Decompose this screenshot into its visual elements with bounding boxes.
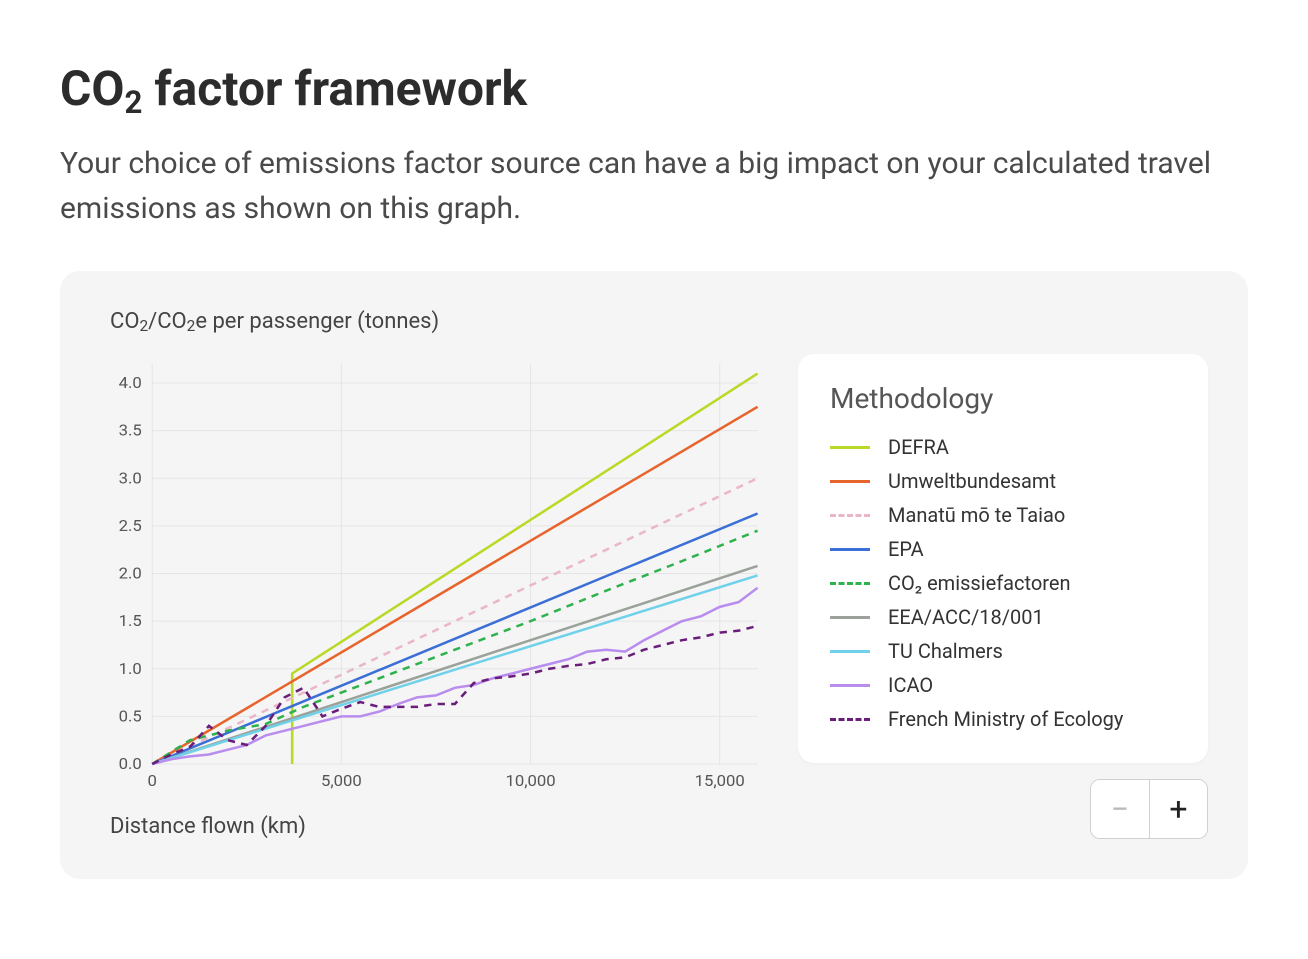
legend-label: EPA [888, 537, 924, 561]
chart-panel: CO2/CO2e per passenger (tonnes) 0.0 0.5 1.… [60, 271, 1248, 879]
page-subtitle: Your choice of emissions factor source c… [60, 141, 1248, 231]
legend-label: Manatū mō te Taiao [888, 503, 1065, 527]
legend-label: ICAO [888, 673, 933, 697]
y-axis-title: CO2/CO2e per passenger (tonnes) [110, 309, 1208, 334]
legend-swatch [830, 514, 870, 517]
series-line [152, 626, 757, 764]
series-line [152, 407, 757, 764]
legend-swatch [830, 582, 870, 585]
series-line [152, 514, 757, 764]
legend-swatch [830, 684, 870, 687]
legend-box: Methodology DEFRA Umweltbundesamt Manatū m… [798, 354, 1208, 763]
legend-title: Methodology [830, 382, 1176, 415]
legend-swatch [830, 480, 870, 483]
zoom-out-button[interactable]: − [1091, 780, 1149, 838]
legend-label: CO₂ emissiefactoren [888, 571, 1071, 595]
page-title: CO2 factor framework [60, 60, 1248, 117]
legend-item[interactable]: EPA [830, 537, 1176, 561]
zoom-in-button[interactable]: + [1149, 780, 1207, 838]
legend-item[interactable]: Umweltbundesamt [830, 469, 1176, 493]
svg-text:0: 0 [147, 771, 156, 790]
legend-item[interactable]: DEFRA [830, 435, 1176, 459]
legend-item[interactable]: CO₂ emissiefactoren [830, 571, 1176, 595]
legend-label: TU Chalmers [888, 639, 1003, 663]
svg-text:1.0: 1.0 [119, 659, 142, 678]
svg-text:3.5: 3.5 [119, 421, 142, 440]
chart-plot: 0.0 0.5 1.0 1.5 2.0 2.5 3.0 3.5 4.0 0 5,000 10,000… [100, 354, 768, 839]
svg-text:2.5: 2.5 [119, 516, 142, 535]
legend-item[interactable]: Manatū mō te Taiao [830, 503, 1176, 527]
series-line [292, 374, 757, 764]
zoom-controls: − + [1090, 779, 1208, 839]
legend-swatch [830, 616, 870, 619]
svg-text:2.0: 2.0 [119, 564, 142, 583]
legend-swatch [830, 650, 870, 653]
series-line [152, 531, 757, 764]
svg-text:15,000: 15,000 [695, 771, 745, 790]
svg-text:3.0: 3.0 [119, 469, 142, 488]
legend-label: French Ministry of Ecology [888, 707, 1123, 731]
legend-label: Umweltbundesamt [888, 469, 1056, 493]
legend-label: EEA/ACC/18/001 [888, 605, 1044, 629]
svg-text:10,000: 10,000 [505, 771, 555, 790]
legend-swatch [830, 718, 870, 721]
legend-swatch [830, 548, 870, 551]
legend-swatch [830, 446, 870, 449]
series-line [152, 566, 757, 764]
legend-item[interactable]: EEA/ACC/18/001 [830, 605, 1176, 629]
svg-text:1.5: 1.5 [119, 611, 142, 630]
legend-item[interactable]: French Ministry of Ecology [830, 707, 1176, 731]
legend-label: DEFRA [888, 435, 949, 459]
svg-text:4.0: 4.0 [119, 373, 142, 392]
svg-text:5,000: 5,000 [321, 771, 362, 790]
legend-item[interactable]: ICAO [830, 673, 1176, 697]
series-line [152, 575, 757, 764]
card: CO2 factor framework Your choice of emis… [0, 0, 1308, 959]
chart-svg: 0.0 0.5 1.0 1.5 2.0 2.5 3.0 3.5 4.0 0 5,000 10,000… [100, 354, 768, 794]
x-axis-title: Distance flown (km) [110, 814, 768, 839]
series-line [152, 588, 757, 764]
svg-text:0.0: 0.0 [119, 754, 142, 773]
legend-items: DEFRA Umweltbundesamt Manatū mō te Taiao EP… [830, 435, 1176, 731]
svg-text:0.5: 0.5 [119, 707, 142, 726]
legend-item[interactable]: TU Chalmers [830, 639, 1176, 663]
